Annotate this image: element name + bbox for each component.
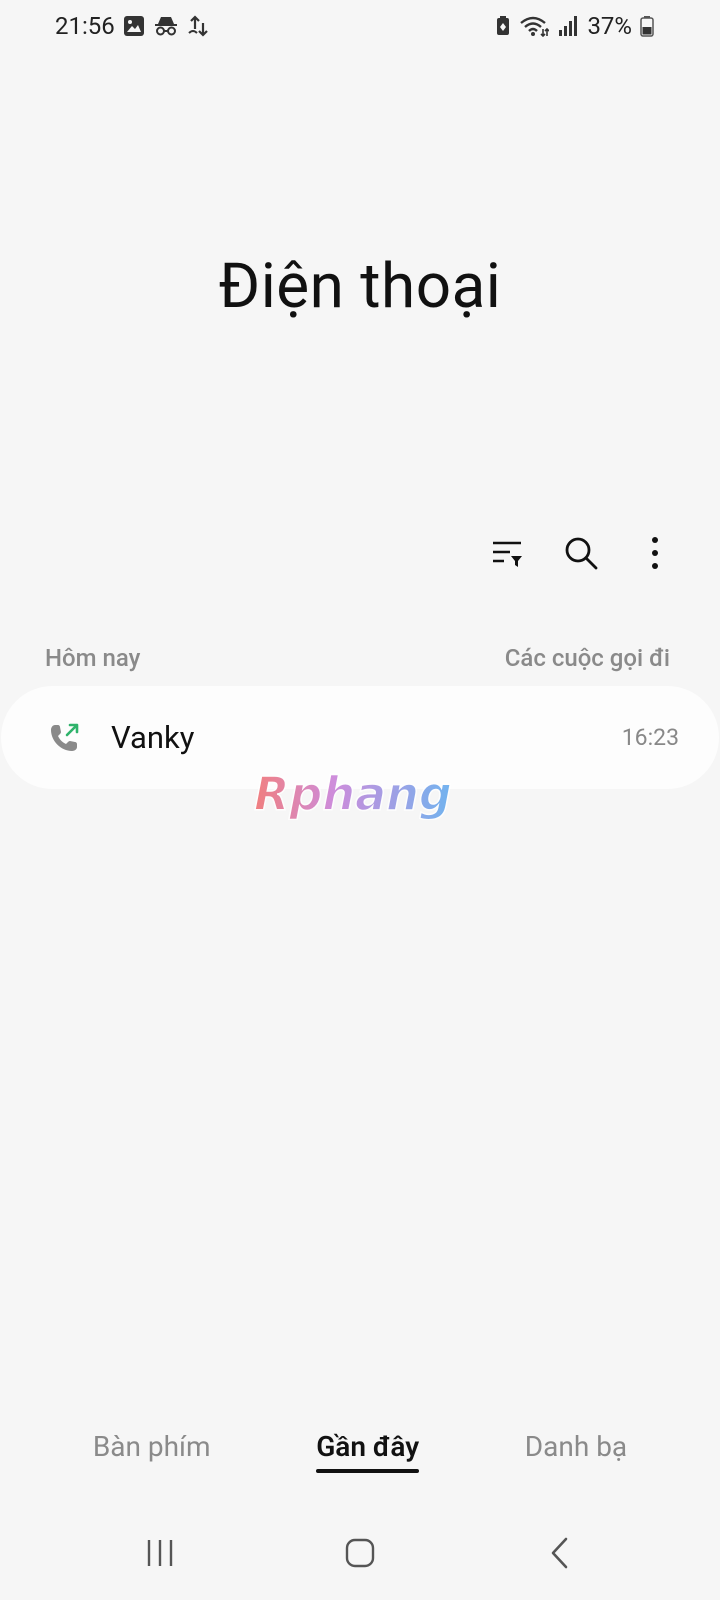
- tab-contacts-label: Danh bạ: [524, 1430, 628, 1463]
- tab-keypad-label: Bàn phím: [92, 1430, 211, 1463]
- gallery-icon: [123, 15, 145, 37]
- contact-name: Vanky: [111, 719, 195, 756]
- status-bar: 21:56 37%: [0, 0, 720, 52]
- battery-saver-icon: [495, 15, 511, 37]
- page-title: Điện thoại: [218, 250, 502, 323]
- call-filter-label[interactable]: Các cuộc gọi đi: [505, 644, 670, 672]
- battery-percent: 37%: [587, 12, 632, 40]
- tab-contacts[interactable]: Danh bạ: [525, 1430, 627, 1471]
- watermark-logo: Rphang: [252, 766, 462, 824]
- filter-button[interactable]: [484, 532, 530, 578]
- search-button[interactable]: [558, 532, 604, 578]
- section-date-label: Hôm nay: [45, 644, 141, 672]
- section-header: Hôm nay Các cuộc gọi đi: [45, 644, 670, 672]
- status-right: 37%: [495, 12, 654, 40]
- search-icon: [563, 535, 599, 575]
- signal-icon: [557, 15, 579, 37]
- active-tab-indicator: [316, 1469, 420, 1473]
- transfer-icon: [187, 15, 211, 37]
- filter-icon: [490, 536, 524, 574]
- status-left: 21:56: [55, 12, 211, 40]
- tab-keypad[interactable]: Bàn phím: [93, 1430, 211, 1471]
- svg-text:Rphang: Rphang: [254, 770, 452, 820]
- bottom-tabs: Bàn phím Gần đây Danh bạ: [0, 1430, 720, 1473]
- toolbar: [484, 532, 678, 578]
- back-button[interactable]: [530, 1530, 590, 1580]
- more-options-button[interactable]: [632, 532, 678, 578]
- outgoing-call-icon: [47, 721, 81, 755]
- wifi-icon: [519, 15, 550, 37]
- battery-icon: [640, 15, 654, 37]
- recents-button[interactable]: [130, 1530, 190, 1580]
- home-icon: [344, 1537, 376, 1573]
- incognito-icon: [153, 15, 179, 37]
- status-time: 21:56: [55, 12, 115, 40]
- phone-screen: 21:56 37% Điện thoại Hôm nay Các cuộc gọ…: [0, 0, 720, 1600]
- back-icon: [548, 1536, 572, 1574]
- more-options-icon: [650, 536, 660, 574]
- home-button[interactable]: [330, 1530, 390, 1580]
- call-time: 16:23: [621, 724, 679, 751]
- tab-recents[interactable]: Gần đây: [316, 1430, 420, 1473]
- recents-icon: [145, 1538, 175, 1572]
- tab-recents-label: Gần đây: [316, 1430, 420, 1463]
- system-nav-bar: [0, 1530, 720, 1580]
